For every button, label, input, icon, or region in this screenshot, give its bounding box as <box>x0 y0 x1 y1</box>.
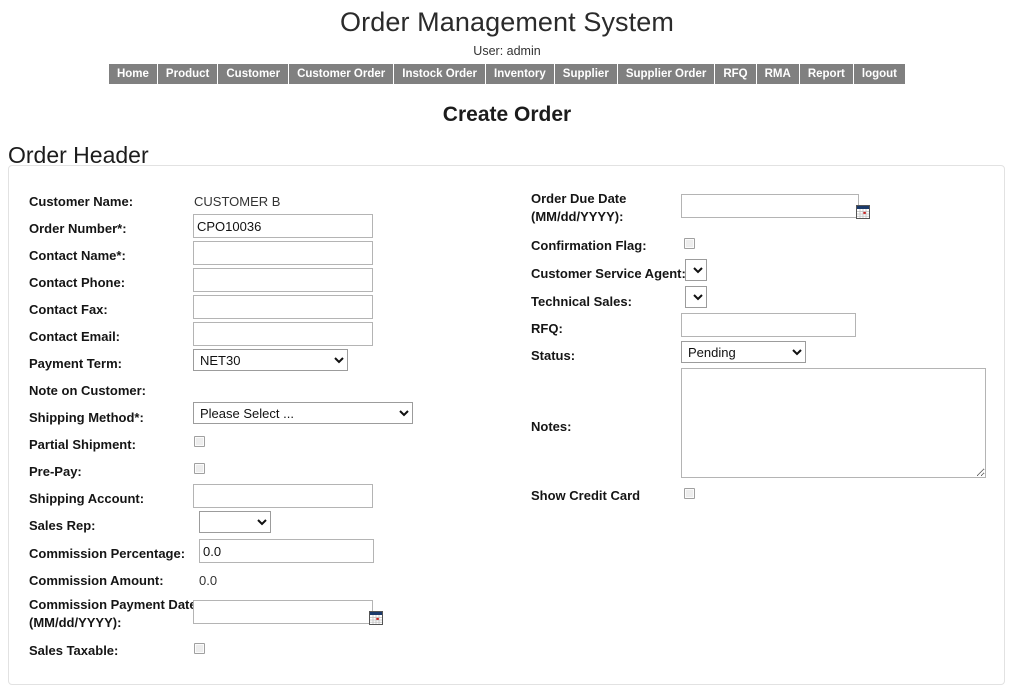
current-user-label: User: admin <box>473 44 541 58</box>
order-due-date-label-line1: Order Due Date <box>531 191 627 206</box>
show-credit-card-checkbox[interactable] <box>684 488 695 499</box>
order-number-label: Order Number*: <box>29 221 127 236</box>
payment-term-select[interactable]: NET30 <box>193 349 348 371</box>
payment-term-label: Payment Term: <box>29 356 122 371</box>
confirmation-flag-checkbox[interactable] <box>684 238 695 249</box>
show-credit-card-label: Show Credit Card <box>531 488 641 503</box>
status-select[interactable]: Pending <box>681 341 806 363</box>
order-due-date-input[interactable] <box>681 194 859 218</box>
sales-rep-select[interactable] <box>199 511 271 533</box>
status-label: Status: <box>531 348 576 363</box>
nav-item-customer[interactable]: Customer <box>218 64 290 84</box>
commission-amount-label: Commission Amount: <box>29 573 164 588</box>
commission-percentage-label: Commission Percentage: <box>29 546 186 561</box>
main-navigation-wrapper: Home Product Customer Customer Order Instock… <box>0 64 1014 84</box>
contact-email-input[interactable] <box>193 322 373 346</box>
calendar-icon[interactable] <box>369 611 383 625</box>
commission-percentage-input[interactable] <box>199 539 374 563</box>
sales-taxable-label: Sales Taxable: <box>29 643 119 658</box>
contact-phone-input[interactable] <box>193 268 373 292</box>
main-navigation: Home Product Customer Customer Order Instock… <box>108 64 906 84</box>
note-on-customer-label: Note on Customer: <box>29 383 146 398</box>
app-title: Order Management System <box>340 7 674 37</box>
nav-item-product[interactable]: Product <box>158 64 219 84</box>
notes-label: Notes: <box>531 419 572 434</box>
nav-item-instock-order[interactable]: Instock Order <box>394 64 487 84</box>
commission-payment-date-label-line2: (MM/dd/YYYY): <box>29 615 122 630</box>
nav-item-rma[interactable]: RMA <box>757 64 800 84</box>
nav-item-supplier[interactable]: Supplier <box>555 64 618 84</box>
confirmation-flag-label: Confirmation Flag: <box>531 238 647 253</box>
customer-name-label: Customer Name: <box>29 194 134 209</box>
nav-item-home[interactable]: Home <box>109 64 158 84</box>
partial-shipment-label: Partial Shipment: <box>29 437 136 452</box>
nav-item-customer-order[interactable]: Customer Order <box>289 64 395 84</box>
contact-fax-label: Contact Fax: <box>29 302 108 317</box>
contact-name-label: Contact Name*: <box>29 248 126 263</box>
shipping-account-label: Shipping Account: <box>29 491 145 506</box>
sales-taxable-checkbox[interactable] <box>194 643 205 654</box>
commission-payment-date-label-line1: Commission Payment Date <box>29 597 197 612</box>
shipping-method-label: Shipping Method*: <box>29 410 144 425</box>
nav-item-report[interactable]: Report <box>800 64 854 84</box>
page-title: Create Order <box>442 103 572 126</box>
commission-payment-date-input[interactable] <box>193 600 373 624</box>
shipping-account-input[interactable] <box>193 484 373 508</box>
rfq-input[interactable] <box>681 313 856 337</box>
partial-shipment-checkbox[interactable] <box>194 436 205 447</box>
nav-item-logout[interactable]: logout <box>854 64 905 84</box>
pre-pay-label: Pre-Pay: <box>29 464 82 479</box>
order-header-panel: Customer Name: CUSTOMER B Order Number*:… <box>8 165 1005 685</box>
technical-sales-select[interactable] <box>685 286 707 308</box>
rfq-label: RFQ: <box>531 321 563 336</box>
order-number-input[interactable] <box>193 214 373 238</box>
notes-textarea[interactable] <box>681 368 986 478</box>
order-due-date-label-line2: (MM/dd/YYYY): <box>531 209 624 224</box>
sales-rep-label: Sales Rep: <box>29 518 96 533</box>
contact-phone-label: Contact Phone: <box>29 275 126 290</box>
nav-item-inventory[interactable]: Inventory <box>486 64 555 84</box>
nav-item-rfq[interactable]: RFQ <box>715 64 757 84</box>
calendar-icon[interactable] <box>856 205 870 219</box>
customer-service-agent-select[interactable] <box>685 259 707 281</box>
commission-amount-value: 0.0 <box>199 573 218 588</box>
technical-sales-label: Technical Sales: <box>531 294 632 309</box>
nav-item-supplier-order[interactable]: Supplier Order <box>618 64 716 84</box>
pre-pay-checkbox[interactable] <box>194 463 205 474</box>
customer-service-agent-label: Customer Service Agent: <box>531 266 686 281</box>
contact-name-input[interactable] <box>193 241 373 265</box>
contact-email-label: Contact Email: <box>29 329 121 344</box>
shipping-method-select[interactable]: Please Select ... <box>193 402 413 424</box>
contact-fax-input[interactable] <box>193 295 373 319</box>
customer-name-value: CUSTOMER B <box>194 194 281 209</box>
